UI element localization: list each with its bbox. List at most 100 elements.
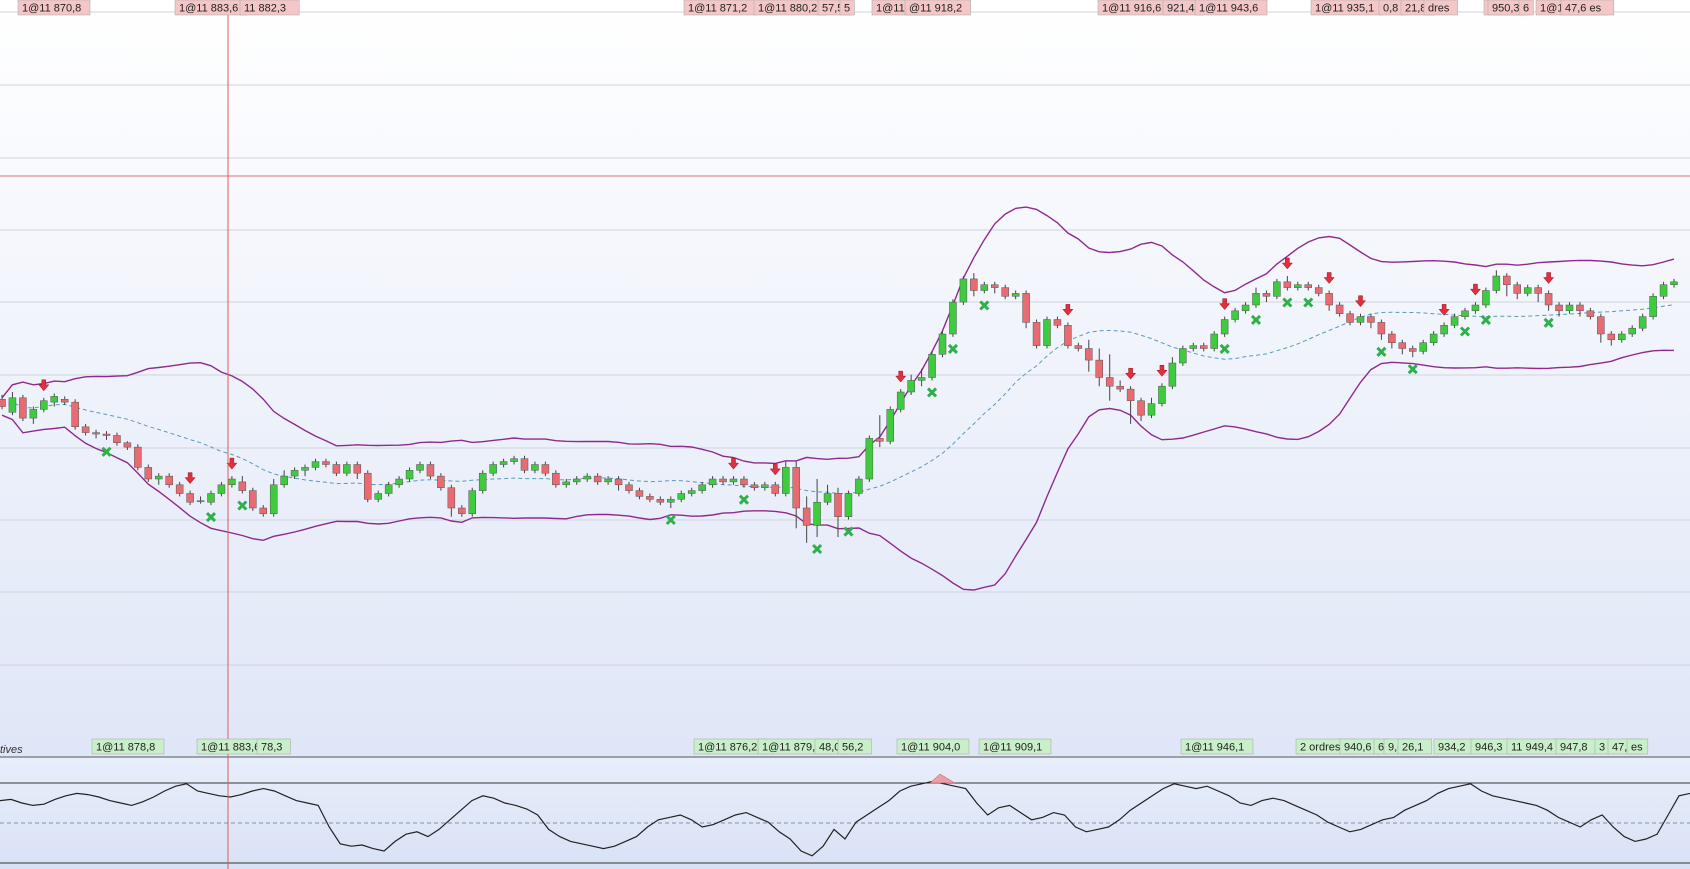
sell-order-label-text: 1@11 883,6 (179, 3, 238, 15)
candle-body (123, 442, 132, 448)
candle-body (949, 301, 957, 335)
buy-order-label-text: 946,3 (1475, 742, 1503, 754)
candle-body (280, 475, 288, 486)
candle-body (301, 467, 309, 471)
candle-body (1325, 293, 1333, 306)
candle-body (102, 433, 111, 436)
candle-body (19, 397, 27, 419)
candle-body (416, 464, 424, 471)
sell-order-label-text: 1@11 870,8 (22, 3, 81, 15)
candle-body (656, 499, 665, 503)
sell-order-label-text: @11 918,2 (909, 3, 962, 15)
candle-body (1576, 304, 1584, 312)
candle-body (782, 467, 790, 494)
candle-body (1043, 319, 1051, 346)
candle-body (217, 484, 226, 494)
candle-body (437, 475, 445, 488)
candle-body (907, 380, 915, 393)
candle-body (426, 464, 435, 477)
candle-body (332, 464, 341, 474)
candle-body (1126, 388, 1135, 401)
candle-body (40, 400, 48, 410)
buy-order-label-text: 947,8 (1560, 742, 1588, 754)
candle-body (1670, 281, 1678, 285)
candle-body (583, 475, 591, 480)
candle-body (186, 493, 194, 503)
candle-body (1179, 348, 1187, 364)
candle-body (667, 499, 675, 503)
candle-body (447, 487, 456, 509)
buy-order-label-text: 1@11 904,0 (901, 742, 960, 754)
candle-body (1252, 293, 1260, 306)
buy-order-label-text: 26,1 (1402, 742, 1423, 754)
candle-body (1367, 316, 1375, 323)
candle-body (1137, 400, 1145, 416)
candle-body (1492, 275, 1501, 291)
candle-body (687, 490, 696, 494)
candle-body (1022, 293, 1030, 323)
candle-body (729, 478, 738, 483)
candle-body (155, 475, 163, 480)
sell-order-label-text: 5 (844, 3, 850, 15)
candle-body (175, 484, 184, 494)
price-chart[interactable]: 1@11 870,8 1@11 883,6 11 882,3 1@11 871,2 1@… (0, 0, 1690, 869)
candle-body (1638, 316, 1647, 329)
buy-order-label-text: 56,2 (842, 742, 863, 754)
candle-body (1304, 284, 1312, 288)
candle-body (823, 493, 832, 503)
candle-body (1200, 345, 1208, 349)
buy-order-label-text: 1@11 909,1 (983, 742, 1042, 754)
candle-body (364, 472, 372, 500)
candle-body (1011, 293, 1020, 297)
candle-body (740, 478, 748, 486)
candle-body (719, 478, 727, 483)
candle-body (458, 507, 466, 515)
candle-body (573, 478, 581, 483)
buy-order-label-text: es (1631, 742, 1643, 754)
candle-body (343, 464, 351, 474)
candle-body (1409, 348, 1417, 352)
candle-body (896, 391, 905, 410)
buy-order-label-text: 2 ordres (1300, 742, 1341, 754)
candle-body (1388, 333, 1396, 343)
candle-body (1555, 304, 1563, 312)
candle-body (886, 409, 894, 442)
candle-body (50, 396, 58, 403)
candle-body (196, 500, 205, 502)
candle-body (1273, 281, 1281, 297)
candle-body (541, 464, 550, 474)
candle-body (1001, 287, 1009, 297)
sell-order-label-text: 1@11 935,1 (1315, 3, 1374, 15)
candle-body (792, 467, 800, 509)
candle-body (614, 478, 623, 486)
candle-body (322, 461, 330, 465)
sell-order-label-text: 950,3 (1492, 3, 1520, 15)
candle-body (207, 493, 215, 503)
candle-body (520, 458, 529, 471)
candle-body (1116, 385, 1124, 390)
candle-body (165, 475, 173, 486)
candle-body (1440, 325, 1448, 335)
candle-body (1105, 377, 1114, 387)
candle-body (1450, 316, 1459, 326)
candle-body (1210, 333, 1218, 349)
sell-order-label-text: 1@11 916,6 (1102, 3, 1161, 15)
candle-body (1220, 319, 1229, 335)
candle-body (1597, 316, 1605, 335)
candle-body (1032, 322, 1041, 346)
candle-body (625, 484, 633, 491)
buy-order-label-text: 3 (1599, 742, 1605, 754)
candle-body (761, 484, 769, 488)
candle-body (1586, 310, 1595, 317)
buy-order-label-text: 940,6 (1344, 742, 1372, 754)
candle-body (593, 475, 602, 483)
candle-body (1482, 290, 1490, 306)
buy-order-label-text: 78,3 (261, 742, 282, 754)
candle-body (1565, 304, 1574, 312)
candle-body (865, 438, 874, 480)
candle-body (29, 409, 38, 419)
candle-body (134, 446, 142, 468)
candle-body (991, 284, 999, 288)
candle-body (113, 435, 121, 443)
candle-body (374, 493, 382, 500)
